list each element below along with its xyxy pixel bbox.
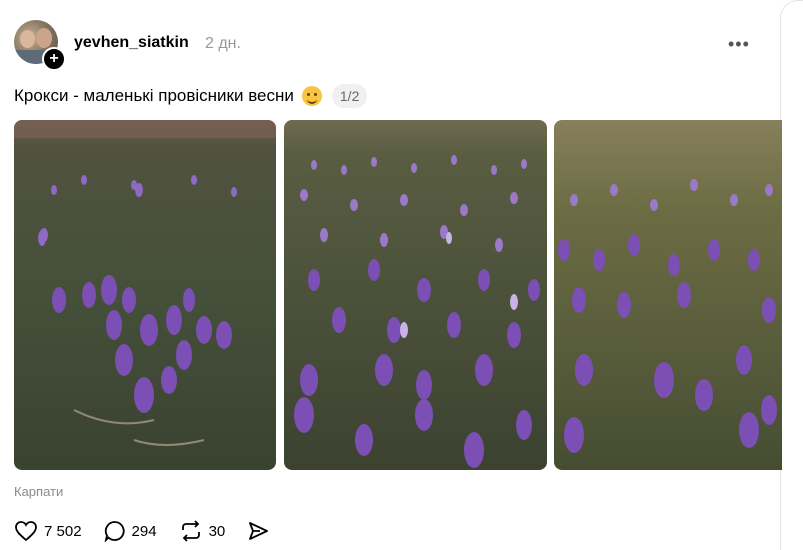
more-icon[interactable]: ••• <box>728 34 750 55</box>
plus-icon[interactable]: + <box>42 47 66 71</box>
comment-icon <box>104 521 125 542</box>
username[interactable]: yevhen_siatkin <box>74 34 189 52</box>
like-button[interactable]: 7 502 <box>14 520 82 542</box>
action-bar: 7 502 294 30 <box>14 518 297 544</box>
post-caption-row: Крокси - маленькі провісники весни 1/2 <box>14 84 368 108</box>
post-header: + yevhen_siatkin 2 дн. ••• <box>14 20 763 71</box>
image-counter: 1/2 <box>331 84 368 108</box>
comment-count: 294 <box>131 522 157 540</box>
repost-icon <box>181 520 200 542</box>
heart-icon <box>15 521 37 542</box>
photo-2[interactable] <box>284 120 547 470</box>
repost-count: 30 <box>208 522 226 540</box>
share-icon <box>249 522 269 540</box>
share-button[interactable] <box>247 520 275 542</box>
like-count: 7 502 <box>44 522 82 540</box>
card-border <box>780 0 803 550</box>
repost-button[interactable]: 30 <box>179 520 226 542</box>
photo-1[interactable] <box>14 120 276 470</box>
post-caption: Крокси - маленькі провісники весни <box>14 86 294 105</box>
photo-3[interactable] <box>554 120 782 470</box>
smiling-face-emoji <box>301 86 322 106</box>
location-tag[interactable]: Карпати <box>14 484 63 499</box>
photo-gallery[interactable] <box>14 120 782 470</box>
post-time: 2 дн. <box>205 35 241 52</box>
comment-button[interactable]: 294 <box>104 520 157 542</box>
